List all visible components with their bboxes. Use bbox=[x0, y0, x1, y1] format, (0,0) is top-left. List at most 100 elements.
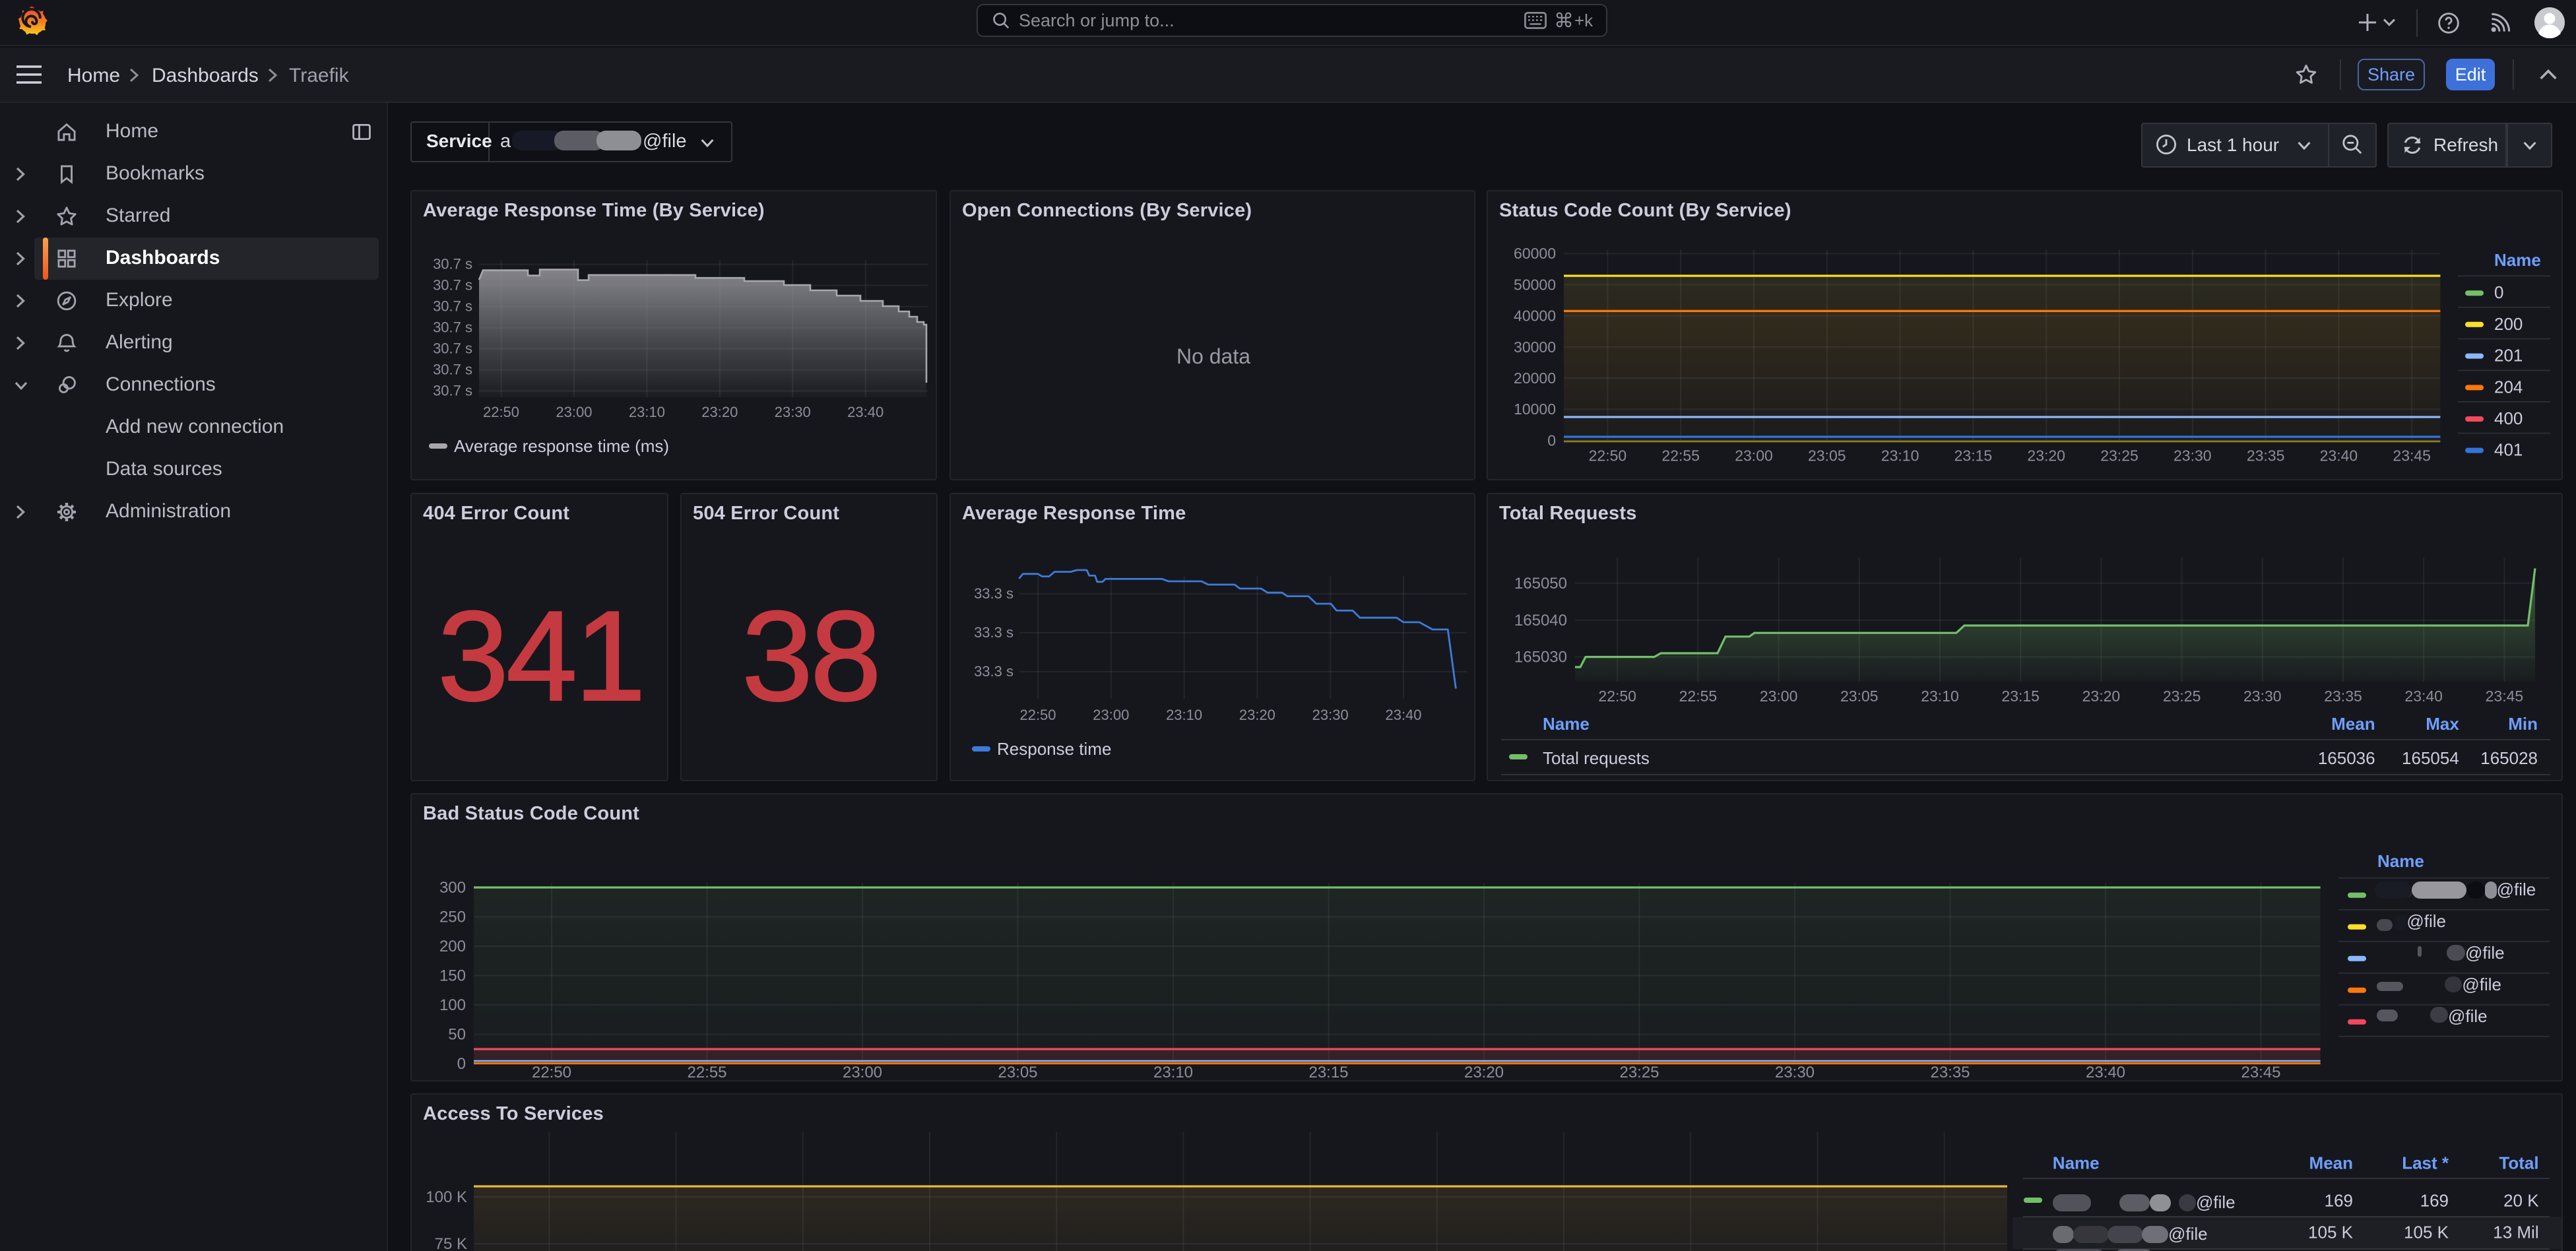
svg-text:22:50: 22:50 bbox=[1019, 707, 1056, 723]
svg-text:23:10: 23:10 bbox=[1166, 707, 1202, 723]
svg-text:23:20: 23:20 bbox=[701, 404, 738, 420]
svg-text:165028: 165028 bbox=[2480, 748, 2538, 768]
svg-text:23:00: 23:00 bbox=[1735, 447, 1773, 465]
svg-text:23:00: 23:00 bbox=[843, 1064, 882, 1079]
svg-text:30.7 s: 30.7 s bbox=[433, 362, 472, 378]
svg-text:23:45: 23:45 bbox=[2241, 1064, 2280, 1079]
svg-text:23:05: 23:05 bbox=[1808, 447, 1846, 465]
svg-text:23:40: 23:40 bbox=[2320, 447, 2358, 465]
svg-text:30.7 s: 30.7 s bbox=[433, 298, 472, 315]
svg-text:23:15: 23:15 bbox=[1954, 447, 1993, 465]
svg-text:30.7 s: 30.7 s bbox=[433, 319, 472, 336]
svg-text:23:25: 23:25 bbox=[2163, 688, 2201, 705]
svg-text:Last *: Last * bbox=[2402, 1153, 2449, 1172]
svg-text:30.7 s: 30.7 s bbox=[433, 256, 472, 273]
svg-text:100: 100 bbox=[439, 996, 466, 1014]
svg-text:23:10: 23:10 bbox=[1153, 1064, 1193, 1079]
svg-text:Response time: Response time bbox=[997, 739, 1111, 759]
svg-text:400: 400 bbox=[2494, 408, 2523, 428]
svg-text:23:45: 23:45 bbox=[2393, 447, 2431, 465]
svg-text:22:50: 22:50 bbox=[1598, 688, 1636, 705]
svg-text:20000: 20000 bbox=[1514, 369, 1556, 387]
svg-text:401: 401 bbox=[2494, 440, 2523, 460]
svg-text:33.3 s: 33.3 s bbox=[974, 624, 1014, 641]
svg-text:Name: Name bbox=[1543, 714, 1590, 734]
svg-text:10000: 10000 bbox=[1514, 401, 1556, 418]
svg-text:150: 150 bbox=[439, 967, 466, 985]
svg-text:23:10: 23:10 bbox=[629, 404, 665, 420]
svg-text:Max: Max bbox=[2426, 714, 2459, 734]
svg-text:23:20: 23:20 bbox=[1239, 707, 1275, 723]
svg-text:40000: 40000 bbox=[1514, 307, 1556, 325]
svg-text:50: 50 bbox=[448, 1026, 466, 1044]
svg-text:30.7 s: 30.7 s bbox=[433, 277, 472, 294]
svg-text:165030: 165030 bbox=[1514, 649, 1567, 666]
svg-text:165036: 165036 bbox=[2318, 748, 2375, 768]
svg-text:23:35: 23:35 bbox=[1930, 1064, 1970, 1079]
svg-text:Name: Name bbox=[2494, 250, 2541, 270]
svg-text:Min: Min bbox=[2508, 714, 2538, 734]
svg-text:200: 200 bbox=[2494, 314, 2523, 334]
svg-text:23:15: 23:15 bbox=[2001, 688, 2040, 705]
svg-text:Total requests: Total requests bbox=[1543, 748, 1650, 768]
svg-text:23:35: 23:35 bbox=[2324, 688, 2362, 705]
svg-text:165054: 165054 bbox=[2402, 748, 2459, 768]
svg-text:201: 201 bbox=[2494, 346, 2523, 366]
svg-text:23:05: 23:05 bbox=[998, 1064, 1037, 1079]
svg-text:23:40: 23:40 bbox=[2404, 688, 2443, 705]
svg-text:22:55: 22:55 bbox=[1679, 688, 1718, 705]
svg-text:60000: 60000 bbox=[1514, 245, 1556, 262]
svg-text:30.7 s: 30.7 s bbox=[433, 383, 472, 399]
svg-text:75 K: 75 K bbox=[435, 1235, 467, 1251]
svg-text:165040: 165040 bbox=[1514, 612, 1567, 629]
svg-text:30000: 30000 bbox=[1514, 338, 1556, 356]
svg-text:23:10: 23:10 bbox=[1881, 447, 1919, 465]
svg-text:Total: Total bbox=[2499, 1153, 2538, 1172]
svg-text:165050: 165050 bbox=[1514, 575, 1567, 593]
svg-text:169: 169 bbox=[2420, 1190, 2449, 1210]
svg-text:30.7 s: 30.7 s bbox=[433, 340, 472, 357]
svg-text:0: 0 bbox=[1547, 432, 1556, 449]
svg-text:33.3 s: 33.3 s bbox=[974, 585, 1014, 602]
svg-text:169: 169 bbox=[2325, 1190, 2353, 1210]
svg-text:23:20: 23:20 bbox=[2082, 688, 2121, 705]
svg-text:23:00: 23:00 bbox=[556, 404, 592, 420]
svg-text:22:55: 22:55 bbox=[1661, 447, 1700, 465]
svg-text:23:25: 23:25 bbox=[2100, 447, 2139, 465]
svg-text:20 K: 20 K bbox=[2503, 1190, 2539, 1210]
svg-text:Average response time (ms): Average response time (ms) bbox=[454, 436, 669, 456]
svg-text:23:40: 23:40 bbox=[847, 404, 884, 420]
svg-text:23:30: 23:30 bbox=[2174, 447, 2212, 465]
svg-text:Name: Name bbox=[2053, 1153, 2100, 1172]
svg-text:23:30: 23:30 bbox=[1775, 1064, 1815, 1079]
svg-text:Name: Name bbox=[2377, 851, 2424, 871]
svg-text:50000: 50000 bbox=[1514, 276, 1556, 293]
svg-text:0: 0 bbox=[457, 1055, 466, 1073]
svg-text:23:30: 23:30 bbox=[1312, 707, 1349, 723]
svg-text:204: 204 bbox=[2494, 377, 2523, 397]
svg-text:Mean: Mean bbox=[2331, 714, 2375, 734]
svg-text:23:40: 23:40 bbox=[1385, 707, 1421, 723]
svg-text:23:00: 23:00 bbox=[1093, 707, 1129, 723]
svg-text:23:30: 23:30 bbox=[2243, 688, 2282, 705]
svg-text:Mean: Mean bbox=[2309, 1153, 2353, 1172]
svg-text:22:50: 22:50 bbox=[1589, 447, 1627, 465]
svg-text:200: 200 bbox=[439, 938, 466, 955]
svg-text:23:45: 23:45 bbox=[2486, 688, 2524, 705]
svg-text:250: 250 bbox=[439, 909, 466, 926]
svg-text:23:25: 23:25 bbox=[1619, 1064, 1659, 1079]
svg-text:23:35: 23:35 bbox=[2247, 447, 2285, 465]
svg-text:23:40: 23:40 bbox=[2086, 1064, 2125, 1079]
svg-text:23:30: 23:30 bbox=[775, 404, 811, 420]
svg-text:23:15: 23:15 bbox=[1308, 1064, 1348, 1079]
svg-text:22:50: 22:50 bbox=[483, 404, 519, 420]
svg-text:23:20: 23:20 bbox=[2027, 447, 2065, 465]
svg-text:33.3 s: 33.3 s bbox=[974, 663, 1014, 680]
svg-text:0: 0 bbox=[2494, 282, 2503, 302]
svg-text:22:55: 22:55 bbox=[687, 1064, 726, 1079]
svg-text:23:00: 23:00 bbox=[1760, 688, 1798, 705]
svg-text:300: 300 bbox=[439, 879, 466, 897]
svg-text:23:05: 23:05 bbox=[1840, 688, 1879, 705]
svg-text:23:20: 23:20 bbox=[1464, 1064, 1504, 1079]
svg-text:100 K: 100 K bbox=[426, 1188, 467, 1206]
